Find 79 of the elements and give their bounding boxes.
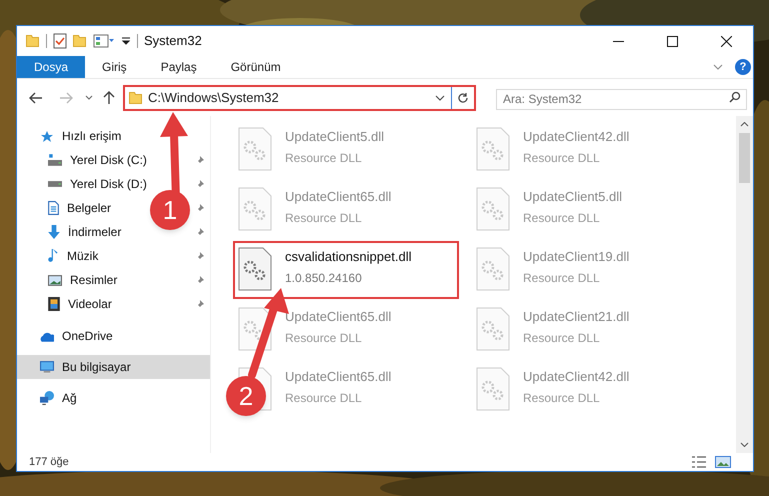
scroll-up-icon[interactable] [740,122,749,127]
file-detail: Resource DLL [285,390,363,406]
pin-icon[interactable] [196,228,204,236]
sidebar-item[interactable]: Yerel Disk (C:) [17,148,151,172]
pin-icon[interactable] [196,300,204,308]
status-text: 177 öğe [29,454,69,470]
address-path: C:\Windows\System32 [148,88,279,107]
sidebar-item[interactable]: Bu bilgisayar [17,355,210,379]
sidebar-item[interactable]: OneDrive [17,324,117,348]
sidebar-item[interactable]: Hızlı erişim [17,124,126,148]
folder-icon [129,92,143,104]
scrollbar[interactable] [736,116,753,453]
file-detail: Resource DLL [523,210,601,226]
scroll-down-icon[interactable] [740,442,749,447]
cloud-icon [40,330,54,342]
file-detail: Resource DLL [523,150,601,166]
file-name: csvalidationsnippet.dll [285,248,412,266]
download-arrow-icon [48,225,60,239]
file-name: UpdateClient21.dll [523,308,630,326]
refresh-icon[interactable] [457,92,469,104]
pin-icon[interactable] [196,276,204,284]
large-icons-view-icon[interactable] [715,456,731,468]
sidebar-item[interactable]: Resimler [17,268,122,292]
file-name: UpdateClient19.dll [523,248,630,266]
file-detail: Resource DLL [523,270,601,286]
search-field[interactable]: Ara: System32 [496,88,747,110]
file-detail: Resource DLL [285,330,363,346]
scrollbar-thumb[interactable] [739,133,750,183]
file-detail: Resource DLL [285,150,363,166]
image-icon [48,274,62,286]
help-button[interactable]: ? [735,59,751,75]
file-name: UpdateClient42.dll [523,368,630,386]
document-icon [48,201,59,215]
ribbon-tab[interactable]: Giriş [85,56,144,78]
file-name: UpdateClient5.dll [285,128,384,146]
sidebar-item[interactable]: Belgeler [17,196,116,220]
maximize-icon[interactable] [666,36,678,46]
file-detail: Resource DLL [523,390,601,406]
file-name: UpdateClient65.dll [285,188,392,206]
chevron-icon[interactable] [713,64,723,70]
search-icon[interactable] [729,91,741,103]
file-name: UpdateClient65.dll [285,368,392,386]
file-detail: Resource DLL [285,210,363,226]
details-view-icon[interactable] [691,456,707,468]
pin-icon[interactable] [196,204,204,212]
pin-icon[interactable] [196,180,204,188]
file-name: UpdateClient42.dll [523,128,630,146]
sidebar-item[interactable]: Videolar [17,292,116,316]
file-detail: Resource DLL [523,330,601,346]
drive-icon [48,154,62,166]
file-name: UpdateClient5.dll [523,188,622,206]
file-detail: 1.0.850.24160 [285,270,363,286]
ribbon-tab[interactable]: Paylaş [144,56,214,78]
network-icon [40,391,54,405]
star-icon [40,130,54,142]
window-title: System32 [144,32,202,50]
film-icon [48,297,60,311]
ribbon-tab[interactable]: Dosya [17,56,86,78]
back-arrow-icon[interactable] [29,92,43,104]
computer-icon [40,361,54,373]
sidebar-item[interactable]: Yerel Disk (D:) [17,172,151,196]
file-name: UpdateClient65.dll [285,308,392,326]
dropdown-icon[interactable] [435,94,445,100]
pin-icon[interactable] [196,252,204,260]
music-note-icon [48,249,59,263]
sidebar-item[interactable]: İndirmeler [17,220,126,244]
chevron-icon[interactable] [85,95,93,100]
dropdown-icon[interactable] [121,37,131,45]
sidebar-item[interactable]: Müzik [17,244,102,268]
ribbon-tab[interactable]: Görünüm [214,56,298,78]
close-icon[interactable] [720,36,732,46]
checklist-icon[interactable] [53,33,67,49]
drive-icon [48,181,62,187]
up-arrow-icon[interactable] [103,90,115,104]
sidebar-item[interactable]: Ağ [17,386,81,410]
pin-icon[interactable] [196,156,204,164]
address-bar[interactable]: C:\Windows\System32 [123,84,476,110]
minimize-icon[interactable] [612,40,624,42]
properties-icon[interactable] [93,34,115,48]
